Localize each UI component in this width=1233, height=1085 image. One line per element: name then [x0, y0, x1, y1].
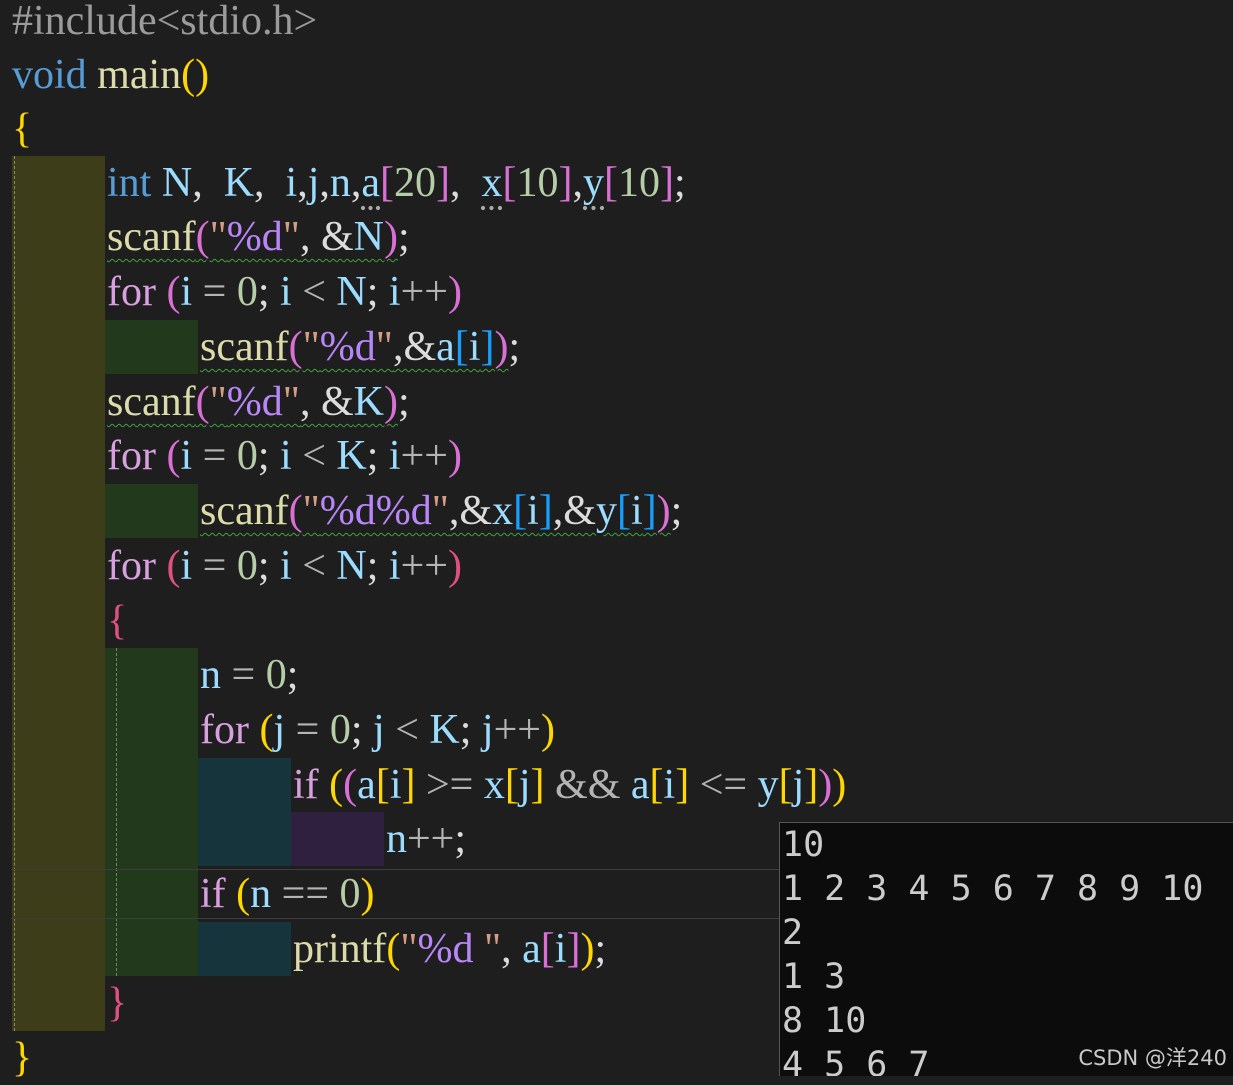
console-line-1: 10: [782, 825, 825, 865]
code-line-6[interactable]: for (i = 0; i < N; i++): [107, 265, 462, 319]
code-line-16[interactable]: n++;: [386, 812, 466, 866]
code-line-20[interactable]: }: [12, 1031, 32, 1085]
console-line-3: 2: [782, 913, 804, 953]
indent-guide-for2-body: [105, 484, 198, 538]
indent-guide-level2: [105, 648, 198, 976]
console-line-5: 8 10: [782, 1001, 867, 1041]
code-line-11[interactable]: for (i = 0; i < N; i++): [107, 539, 462, 593]
code-line-7[interactable]: scanf("%d",&a[i]);: [200, 320, 520, 374]
indent-guide-for3-body: [198, 758, 291, 866]
code-line-17[interactable]: if (n == 0): [200, 867, 375, 921]
code-line-1[interactable]: #include<stdio.h>: [12, 0, 317, 48]
console-line-6: 4 5 6 7: [782, 1045, 930, 1076]
indent-guide-if-body: [291, 812, 384, 866]
indent-guide-for1-body: [105, 320, 198, 374]
console-window[interactable]: 10 1 2 3 4 5 6 7 8 9 10 2 1 3 8 10 4 5 6…: [779, 822, 1233, 1076]
code-line-8[interactable]: scanf("%d", &K);: [107, 375, 410, 429]
code-line-12[interactable]: {: [107, 594, 127, 648]
code-line-14[interactable]: for (j = 0; j < K; j++): [200, 703, 555, 757]
indent-guide-if2-body: [198, 922, 291, 976]
code-line-9[interactable]: for (i = 0; i < K; i++): [107, 429, 462, 483]
watermark: CSDN @洋240: [1078, 1046, 1227, 1070]
console-line-2: 1 2 3 4 5 6 7 8 9 10: [782, 869, 1204, 909]
code-line-5[interactable]: scanf("%d", &N);: [107, 210, 410, 264]
code-line-3[interactable]: {: [12, 102, 32, 156]
code-line-19[interactable]: }: [107, 976, 127, 1030]
code-line-4[interactable]: int N, K, i,j,n,a[20], x[10],y[10];: [107, 156, 686, 210]
console-line-4: 1 3: [782, 957, 846, 997]
code-line-13[interactable]: n = 0;: [200, 648, 298, 702]
indent-dash-2: [116, 648, 117, 976]
code-line-2[interactable]: void main(): [12, 48, 209, 102]
code-line-15[interactable]: if ((a[i] >= x[j] && a[i] <= y[j])): [293, 758, 846, 812]
code-line-18[interactable]: printf("%d ", a[i]);: [293, 922, 606, 976]
code-line-10[interactable]: scanf("%d%d",&x[i],&y[i]);: [200, 484, 682, 538]
